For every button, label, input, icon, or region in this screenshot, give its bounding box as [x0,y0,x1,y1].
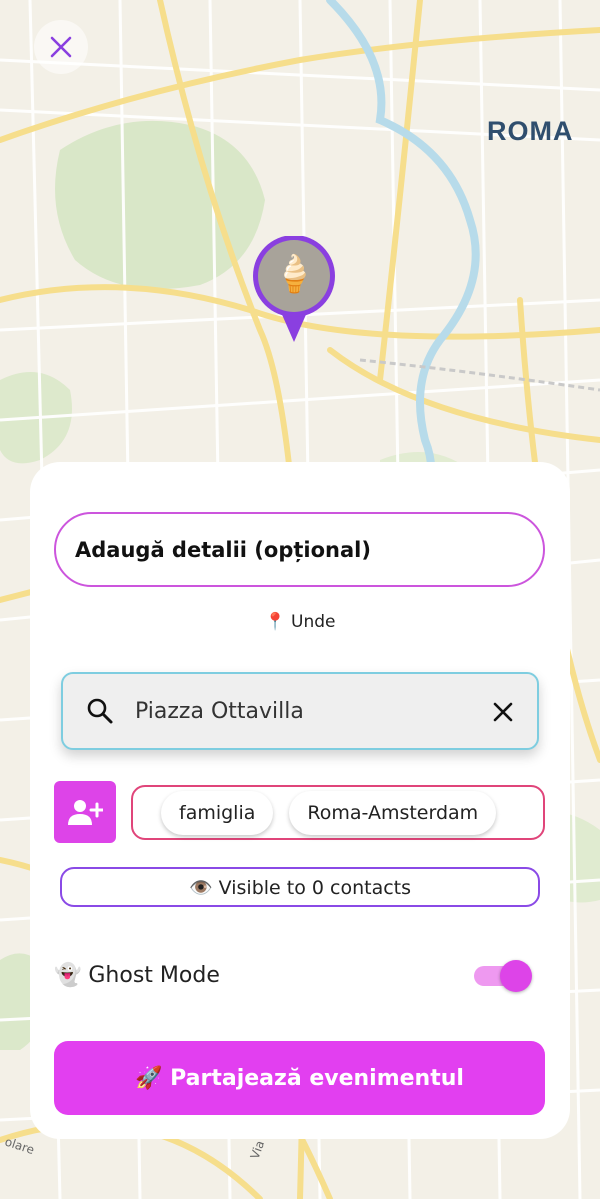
close-button[interactable] [34,20,88,74]
details-input[interactable]: Adaugă detalii (opțional) [54,512,545,587]
ghost-mode-row: 👻 Ghost Mode [54,958,534,992]
groups-selector: famiglia Roma-Amsterdam [131,785,545,840]
location-search-box [61,672,539,750]
visibility-indicator[interactable]: 👁️ Visible to 0 contacts [60,867,540,907]
group-chip-roma-amsterdam[interactable]: Roma-Amsterdam [289,790,497,835]
details-placeholder: Adaugă detalii (opțional) [75,537,371,562]
event-map-pin[interactable]: 🍦 [250,235,338,344]
share-event-button[interactable]: 🚀 Partajează evenimentul [54,1041,545,1115]
clear-icon[interactable] [489,698,517,726]
location-search-input[interactable] [135,688,465,734]
group-chip-famiglia[interactable]: famiglia [161,790,274,835]
ghost-mode-label: 👻 Ghost Mode [54,962,220,988]
where-label: 📍 Unde [264,612,336,632]
close-icon [50,36,72,58]
city-label: ROMA [487,116,574,146]
add-contact-button[interactable] [54,781,116,843]
event-form-sheet: Adaugă detalii (opțional) 📍 Unde famigli… [30,462,570,1139]
pin-emoji: 🍦 [272,254,317,295]
ghost-mode-toggle[interactable] [474,960,532,992]
toggle-thumb [500,960,532,992]
search-icon [87,698,113,724]
person-add-icon [68,800,103,825]
